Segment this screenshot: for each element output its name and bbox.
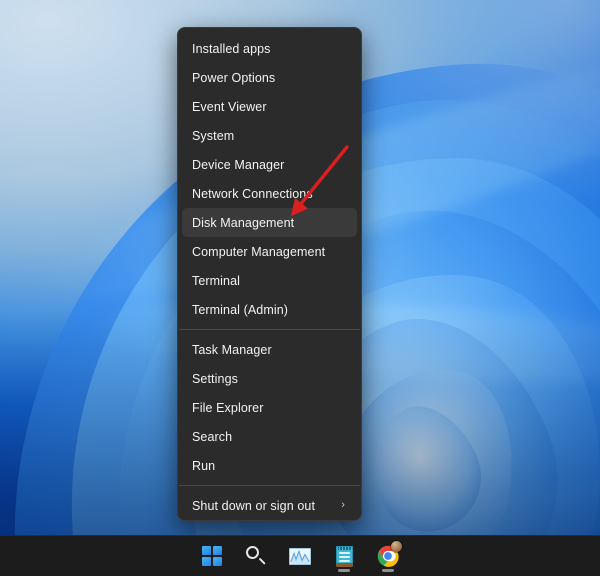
- menu-item-label: Search: [192, 429, 233, 444]
- chrome-profile-badge-icon: [391, 541, 402, 552]
- win-x-quick-link-menu[interactable]: Installed apps Power Options Event Viewer S…: [177, 27, 362, 521]
- menu-item-file-explorer[interactable]: File Explorer: [182, 393, 357, 422]
- menu-item-run[interactable]: Run: [182, 451, 357, 480]
- taskbar[interactable]: [0, 535, 600, 576]
- chart-icon: [289, 547, 311, 565]
- menu-item-disk-management[interactable]: Disk Management: [182, 208, 357, 237]
- menu-item-task-manager[interactable]: Task Manager: [182, 335, 357, 364]
- menu-item-system[interactable]: System: [182, 121, 357, 150]
- menu-item-label: File Explorer: [192, 400, 264, 415]
- search-button[interactable]: [239, 539, 273, 573]
- menu-separator: [179, 485, 360, 486]
- menu-item-search[interactable]: Search: [182, 422, 357, 451]
- menu-item-label: Shut down or sign out: [192, 498, 316, 513]
- chevron-right-icon: ›: [341, 499, 345, 511]
- menu-item-desktop[interactable]: Desktop: [182, 520, 357, 521]
- menu-item-label: Terminal (Admin): [192, 302, 289, 317]
- chrome-button[interactable]: [371, 539, 405, 573]
- menu-item-label: Event Viewer: [192, 99, 267, 114]
- start-button[interactable]: [195, 539, 229, 573]
- search-icon: [246, 546, 266, 566]
- menu-item-installed-apps[interactable]: Installed apps: [182, 34, 357, 63]
- menu-item-device-manager[interactable]: Device Manager: [182, 150, 357, 179]
- menu-item-shut-down-or-sign-out[interactable]: Shut down or sign out ›: [182, 491, 357, 520]
- menu-item-label: Power Options: [192, 70, 276, 85]
- menu-item-label: Terminal: [192, 273, 241, 288]
- notepad-icon: [335, 545, 353, 567]
- menu-item-power-options[interactable]: Power Options: [182, 63, 357, 92]
- menu-item-label: Task Manager: [192, 342, 272, 357]
- menu-item-settings[interactable]: Settings: [182, 364, 357, 393]
- menu-item-computer-management[interactable]: Computer Management: [182, 237, 357, 266]
- menu-item-label: Disk Management: [192, 215, 295, 230]
- chrome-icon: [377, 541, 402, 567]
- menu-item-label: Device Manager: [192, 157, 285, 172]
- menu-item-network-connections[interactable]: Network Connections: [182, 179, 357, 208]
- menu-item-event-viewer[interactable]: Event Viewer: [182, 92, 357, 121]
- menu-item-terminal-admin[interactable]: Terminal (Admin): [182, 295, 357, 324]
- menu-item-terminal[interactable]: Terminal: [182, 266, 357, 295]
- menu-item-label: Run: [192, 458, 216, 473]
- windows-desktop-screen: Installed apps Power Options Event Viewer S…: [0, 0, 600, 576]
- menu-item-label: Computer Management: [192, 244, 326, 259]
- running-indicator: [338, 569, 350, 572]
- menu-separator: [179, 329, 360, 330]
- running-indicator: [382, 569, 394, 572]
- menu-item-label: System: [192, 128, 235, 143]
- windows-start-icon: [202, 546, 222, 566]
- menu-item-label: Settings: [192, 371, 238, 386]
- menu-item-label: Installed apps: [192, 41, 271, 56]
- performance-app-button[interactable]: [283, 539, 317, 573]
- menu-item-label: Network Connections: [192, 186, 313, 201]
- notepad-button[interactable]: [327, 539, 361, 573]
